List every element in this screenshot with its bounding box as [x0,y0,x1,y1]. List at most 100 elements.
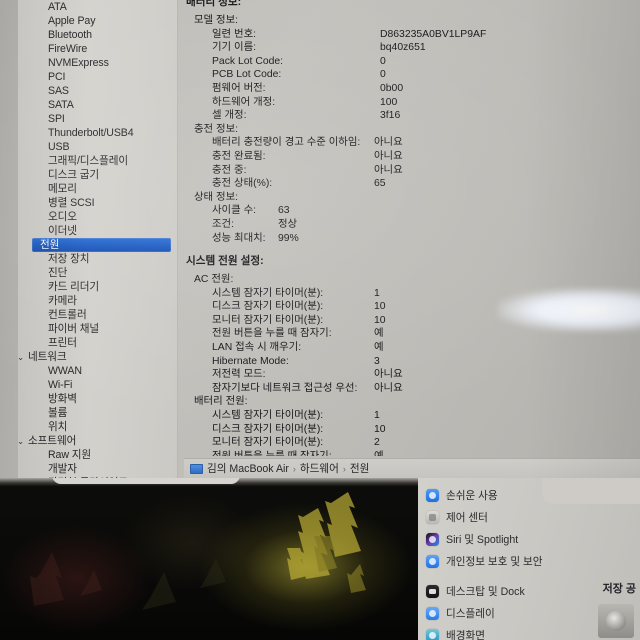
privacy-icon [426,555,439,568]
chevron-down-icon[interactable]: ⌄ [18,434,28,448]
sidebar-item-10[interactable]: USB [18,140,177,154]
settings-item-label: 손쉬운 사용 [446,490,498,502]
detail-value: 예 [374,328,384,340]
health-info-heading: 상태 정보: [194,191,239,203]
sidebar-item-18[interactable]: 저장 장치 [18,252,177,266]
sidebar-item-11[interactable]: 그래픽/디스플레이 [18,154,177,168]
settings-item-1[interactable]: 제어 센터 [426,510,488,525]
settings-item-3[interactable]: 개인정보 보호 및 보안 [426,554,543,569]
sidebar-item-14[interactable]: 병렬 SCSI [18,196,177,210]
sidebar-item-8[interactable]: SPI [18,112,177,126]
detail-row: 디스크 잠자기 타이머(분): 10 [184,300,640,314]
detail-row: 시스템 잠자기 타이머(분): 1 [184,287,640,301]
sidebar-item-3[interactable]: FireWire [18,42,177,56]
sidebar-item-label: 그래픽/디스플레이 [48,155,129,167]
detail-value: 0b00 [380,82,404,94]
detail-row: LAN 접속 시 깨우기: 예 [184,341,640,355]
sidebar-item-17[interactable]: 전원 [32,238,171,252]
sidebar-item-label: Bluetooth [48,29,92,41]
sidebar-item-4[interactable]: NVMExpress [18,56,177,70]
ac-power-heading: AC 전원: [194,274,234,286]
detail-value: 예 [374,342,384,354]
sidebar-item-12[interactable]: 디스크 굽기 [18,168,177,182]
power-settings-heading: 시스템 전원 설정: [186,255,264,268]
sidebar-item-30[interactable]: 위치 [18,420,177,434]
breadcrumb-device[interactable]: 김의 MacBook Air [207,461,289,476]
sidebar-item-5[interactable]: PCI [18,70,177,84]
macbook-icon [190,463,203,474]
sidebar-item-list[interactable]: ATA Apple Pay Bluetooth FireWire NVMExpress P… [18,0,177,478]
sidebar-item-23[interactable]: 파이버 채널 [18,322,177,336]
detail-row: PCB Lot Code: 0 [184,68,640,82]
detail-value: 1 [374,287,380,299]
settings-item-0[interactable]: 손쉬운 사용 [426,488,498,503]
sidebar-item-7[interactable]: SATA [18,98,177,112]
sidebar-item-2[interactable]: Bluetooth [18,28,177,42]
sidebar-item-31[interactable]: ⌄ 소프트웨어 [18,434,177,448]
detail-value: 아니요 [374,137,403,149]
detail-row: 충전 상태(%): 65 [184,177,640,191]
detail-row: 모니터 잠자기 타이머(분): 10 [184,314,640,328]
settings-item-label: Siri 및 Spotlight [446,534,519,546]
system-information-sidebar[interactable]: ATA Apple Pay Bluetooth FireWire NVMExpress P… [18,0,178,478]
sidebar-item-1[interactable]: Apple Pay [18,14,177,28]
detail-row: 기기 이름: bq40z651 [184,41,640,55]
sidebar-item-22[interactable]: 컨트롤러 [18,308,177,322]
detail-row: 충전 완료됨: 아니요 [184,150,640,164]
settings-item-label: 데스크탑 및 Dock [446,586,525,598]
detail-row: Pack Lot Code: 0 [184,55,640,69]
sidebar-item-24[interactable]: 프린터 [18,336,177,350]
sidebar-item-0[interactable]: ATA [18,0,177,14]
detail-value: bq40z651 [380,42,426,54]
detail-row: 모니터 잠자기 타이머(분): 2 [184,436,640,450]
detail-row: 조건: 정상 [184,218,640,232]
sidebar-item-13[interactable]: 메모리 [18,182,177,196]
charge-info-rows: 배터리 충전량이 경고 수준 이하임: 아니요 충전 완료됨: 아니요 충전 중: 아니요… [184,136,640,190]
lower-desktop-area: 손쉬운 사용제어 센터 Siri 및 Spotlight 개인정보 보호 및 보안데… [0,478,640,640]
detail-key: 하드웨어 개정: [212,96,276,108]
settings-item-4[interactable]: 데스크탑 및 Dock [426,584,525,599]
detail-key: 시스템 잠자기 타이머(분): [212,410,324,422]
detail-key: 사이클 수: [212,205,257,217]
sidebar-item-33[interactable]: 개발자 [18,462,177,476]
detail-row: 펌웨어 버전: 0b00 [184,82,640,96]
sidebar-item-19[interactable]: 진단 [18,266,177,280]
sidebar-item-label: NVMExpress [48,57,109,69]
detail-key: 잠자기보다 네트워크 접근성 우선: [212,382,358,394]
sidebar-item-15[interactable]: 오디오 [18,210,177,224]
sidebar-item-label: 디스크 굽기 [48,169,100,181]
sidebar-item-6[interactable]: SAS [18,84,177,98]
sidebar-item-27[interactable]: Wi-Fi [18,378,177,392]
sidebar-item-label: 카드 리더기 [48,281,100,293]
sidebar-item-label: SPI [48,113,65,125]
breadcrumb-separator-1: › [292,463,296,474]
breadcrumb-category[interactable]: 하드웨어 [300,461,339,476]
sidebar-item-label: SAS [48,85,69,97]
sidebar-item-26[interactable]: WWAN [18,364,177,378]
settings-item-6[interactable]: 배경화면 [426,628,485,640]
detail-key: 디스크 잠자기 타이머(분): [212,301,324,313]
breadcrumb-item[interactable]: 전원 [350,461,370,476]
detail-value: 10 [374,423,386,435]
sidebar-item-21[interactable]: 카메라 [18,294,177,308]
charge-info-heading-row: 충전 정보: [184,123,640,137]
sidebar-item-label: 위치 [48,421,68,433]
sidebar-item-28[interactable]: 방화벽 [18,392,177,406]
detail-key: 시스템 잠자기 타이머(분): [212,287,324,299]
breadcrumb[interactable]: 김의 MacBook Air › 하드웨어 › 전원 [184,458,640,478]
sidebar-item-25[interactable]: ⌄ 네트워크 [18,350,177,364]
sidebar-item-9[interactable]: Thunderbolt/USB4 [18,126,177,140]
system-information-window: ATA Apple Pay Bluetooth FireWire NVMExpress P… [0,0,640,478]
chevron-down-icon[interactable]: ⌄ [18,350,28,364]
settings-item-5[interactable]: 디스플레이 [426,606,495,621]
storage-disk-thumbnail [598,604,634,638]
settings-item-2[interactable]: Siri 및 Spotlight [426,532,518,547]
detail-key: 디스크 잠자기 타이머(분): [212,423,324,435]
sidebar-item-20[interactable]: 카드 리더기 [18,280,177,294]
sidebar-item-16[interactable]: 이더넷 [18,224,177,238]
ac-power-rows: 시스템 잠자기 타이머(분): 1 디스크 잠자기 타이머(분): 10 모니터 잠자기… [184,287,640,396]
sidebar-item-29[interactable]: 볼륨 [18,406,177,420]
sidebar-item-32[interactable]: Raw 지원 [18,448,177,462]
detail-row: 셀 개정: 3f16 [184,109,640,123]
sidebar-item-label: 이더넷 [48,225,77,237]
